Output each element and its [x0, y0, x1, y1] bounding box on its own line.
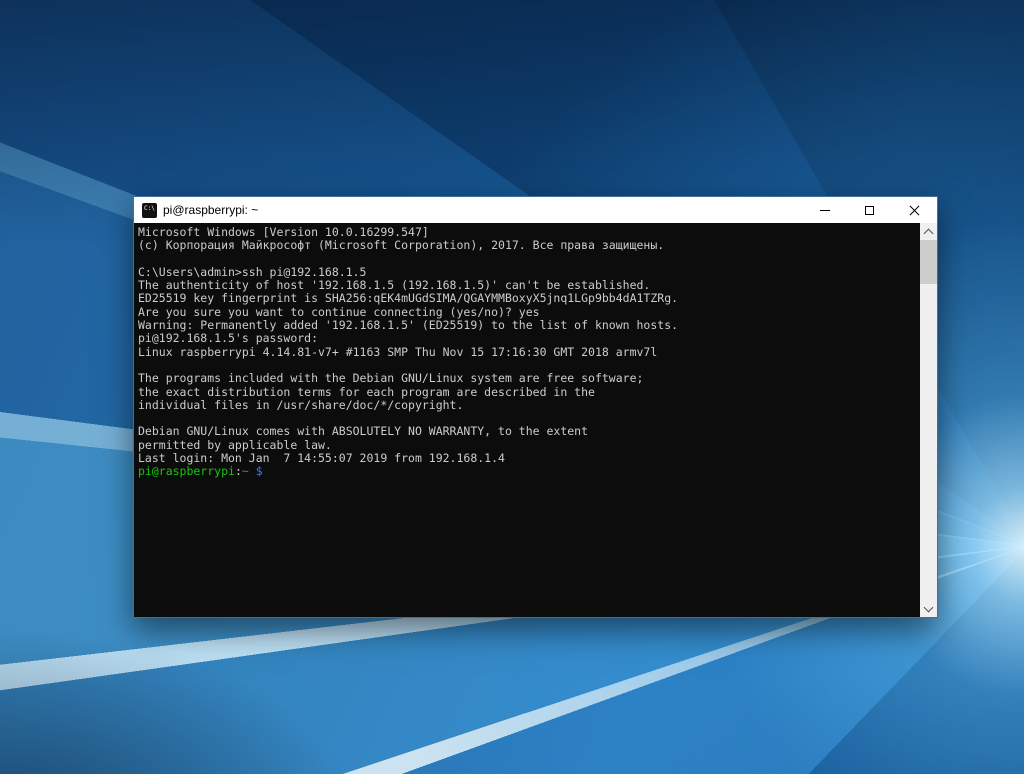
terminal-line: pi@192.168.1.5's password:	[138, 332, 920, 345]
terminal-line: Are you sure you want to continue connec…	[138, 306, 920, 319]
terminal-line: pi@raspberrypi:~ $	[138, 465, 920, 478]
terminal-line: Linux raspberrypi 4.14.81-v7+ #1163 SMP …	[138, 346, 920, 359]
minimize-icon	[820, 210, 830, 211]
window-titlebar[interactable]: C:\ pi@raspberrypi: ~	[134, 197, 937, 223]
terminal-line	[138, 253, 920, 266]
terminal-line	[138, 359, 920, 372]
close-icon	[909, 205, 920, 216]
terminal-line: The programs included with the Debian GN…	[138, 372, 920, 385]
terminal-line: The authenticity of host '192.168.1.5 (1…	[138, 279, 920, 292]
terminal-line: Debian GNU/Linux comes with ABSOLUTELY N…	[138, 425, 920, 438]
scrollbar-thumb[interactable]	[920, 240, 937, 284]
cmd-icon-glyph: C:\	[142, 203, 155, 213]
terminal-scrollbar[interactable]	[920, 223, 937, 617]
chevron-down-icon	[924, 603, 934, 613]
window-title: pi@raspberrypi: ~	[163, 203, 258, 217]
terminal-console[interactable]: Microsoft Windows [Version 10.0.16299.54…	[134, 223, 937, 617]
terminal-line: (c) Корпорация Майкрософт (Microsoft Cor…	[138, 239, 920, 252]
terminal-line: C:\Users\admin>ssh pi@192.168.1.5	[138, 266, 920, 279]
cmd-icon: C:\	[142, 203, 157, 218]
scroll-up-button[interactable]	[920, 223, 937, 240]
terminal-line: ED25519 key fingerprint is SHA256:qEK4mU…	[138, 292, 920, 305]
chevron-up-icon	[924, 229, 934, 239]
maximize-icon	[865, 206, 874, 215]
terminal-line: Last login: Mon Jan 7 14:55:07 2019 from…	[138, 452, 920, 465]
terminal-line	[138, 412, 920, 425]
maximize-button[interactable]	[847, 197, 892, 223]
terminal-line: Warning: Permanently added '192.168.1.5'…	[138, 319, 920, 332]
close-button[interactable]	[892, 197, 937, 223]
terminal-output: Microsoft Windows [Version 10.0.16299.54…	[134, 223, 920, 617]
minimize-button[interactable]	[802, 197, 847, 223]
terminal-line: permitted by applicable law.	[138, 439, 920, 452]
terminal-window: C:\ pi@raspberrypi: ~ Microsoft Windows …	[133, 196, 938, 618]
caption-buttons	[802, 197, 937, 223]
desktop: C:\ pi@raspberrypi: ~ Microsoft Windows …	[0, 0, 1024, 774]
terminal-line: Microsoft Windows [Version 10.0.16299.54…	[138, 226, 920, 239]
scroll-down-button[interactable]	[920, 600, 937, 617]
terminal-line: the exact distribution terms for each pr…	[138, 386, 920, 399]
terminal-line: individual files in /usr/share/doc/*/cop…	[138, 399, 920, 412]
